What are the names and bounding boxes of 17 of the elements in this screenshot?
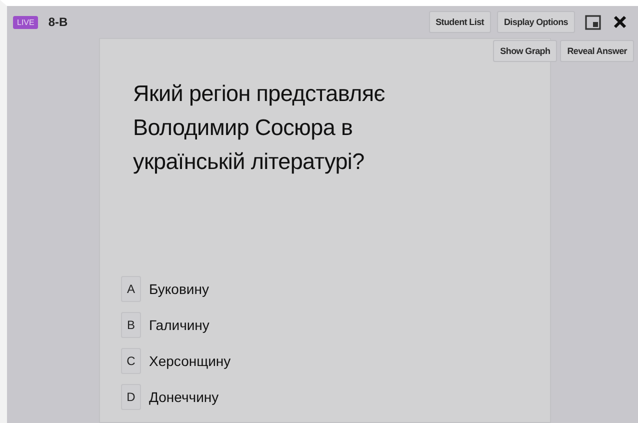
option-letter: D bbox=[121, 384, 141, 410]
close-icon[interactable] bbox=[613, 15, 627, 29]
class-name: 8-B bbox=[48, 15, 68, 29]
option-text: Галичину bbox=[149, 317, 210, 333]
toolbar-button[interactable]: Student List bbox=[428, 11, 491, 33]
toolbar-button[interactable]: Display Options bbox=[496, 11, 575, 33]
option-text: Буковину bbox=[149, 281, 209, 297]
option-letter: A bbox=[121, 276, 141, 302]
option-letter: B bbox=[121, 312, 141, 338]
option-text: Донеччину bbox=[149, 389, 219, 405]
option-text: Херсонщину bbox=[149, 353, 231, 369]
action-button[interactable]: Reveal Answer bbox=[560, 40, 634, 62]
option-letter: C bbox=[121, 348, 141, 374]
question-text: Який регіон представляє Володимир Сосюра в українській літературі? bbox=[133, 80, 386, 176]
picture-in-picture-icon[interactable] bbox=[585, 14, 601, 30]
live-badge: LIVE bbox=[13, 16, 38, 28]
action-button[interactable]: Show Graph bbox=[493, 40, 558, 62]
